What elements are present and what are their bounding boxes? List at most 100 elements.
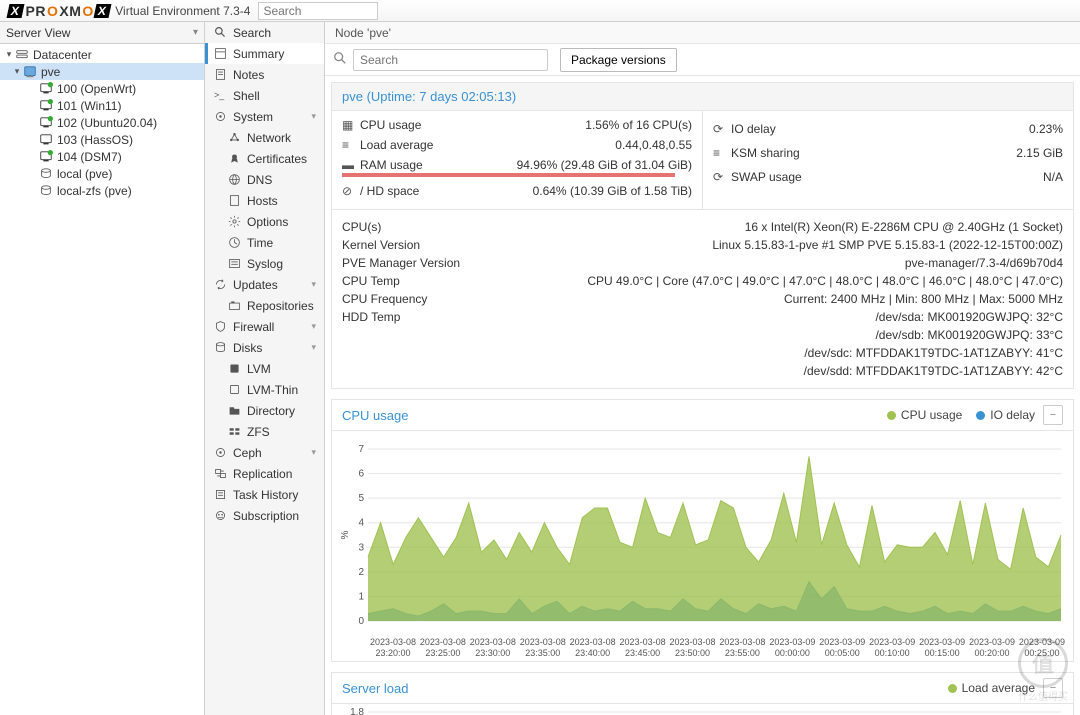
global-search-input[interactable] — [258, 2, 378, 20]
x-tick-label: 2023-03-0823:50:00 — [668, 637, 718, 659]
system-icon — [213, 110, 227, 123]
status-grid: ▦CPU usage1.56% of 16 CPU(s)≡Load averag… — [331, 111, 1074, 210]
chart-options-button[interactable]: − — [1043, 405, 1063, 425]
chevron-down-icon: ▾ — [311, 111, 316, 122]
menu-firewall[interactable]: Firewall▾ — [205, 316, 324, 337]
tree-node-101-win11-[interactable]: 101 (Win11) — [0, 97, 204, 114]
x-tick-label: 2023-03-0900:05:00 — [817, 637, 867, 659]
info-cpu-s-: CPU(s)16 x Intel(R) Xeon(R) E-2286M CPU … — [342, 218, 1063, 236]
x-tick-label: 2023-03-0823:25:00 — [418, 637, 468, 659]
menu-network[interactable]: Network — [205, 127, 324, 148]
cpu-icon: ▦ — [342, 118, 360, 132]
menu-shell[interactable]: >_Shell — [205, 85, 324, 106]
chart-legend: CPU usage IO delay — [887, 408, 1035, 422]
menu-dns[interactable]: DNS — [205, 169, 324, 190]
menu-label: LVM-Thin — [247, 383, 298, 397]
menu-task-history[interactable]: Task History — [205, 484, 324, 505]
menu-label: Subscription — [233, 509, 299, 523]
cpu-usage-chart: CPU usage CPU usage IO delay − 01234567%… — [331, 399, 1074, 662]
tree-node-datacenter[interactable]: ▾ Datacenter — [0, 46, 204, 63]
info-cpu-temp: CPU TempCPU 49.0°C | Core (47.0°C | 49.0… — [342, 272, 1063, 290]
tree-node-label: 101 (Win11) — [57, 99, 121, 113]
chevron-down-icon: ▾ — [311, 342, 316, 353]
firewall-icon — [213, 320, 227, 333]
zfs-icon — [227, 425, 241, 438]
menu-label: LVM — [247, 362, 271, 376]
time-icon — [227, 236, 241, 249]
info-hdd-temp: HDD Temp/dev/sda: MK001920GWJPQ: 32°C /d… — [342, 308, 1063, 380]
server-load-chart: Server load Load average − 11.21.41.61.8… — [331, 672, 1074, 715]
menu-summary[interactable]: Summary — [205, 43, 324, 64]
ram-icon: ▬ — [342, 158, 360, 172]
menu-repositories[interactable]: Repositories — [205, 295, 324, 316]
menu-zfs[interactable]: ZFS — [205, 421, 324, 442]
menu-replication[interactable]: Replication — [205, 463, 324, 484]
tree-node-104-dsm7-[interactable]: 104 (DSM7) — [0, 148, 204, 165]
info-kernel-version: Kernel VersionLinux 5.15.83-1-pve #1 SMP… — [342, 236, 1063, 254]
dns-icon — [227, 173, 241, 186]
chevron-down-icon: ▾ — [311, 321, 316, 332]
chart-options-button[interactable]: − — [1043, 678, 1063, 698]
swap-icon: ⟳ — [713, 170, 731, 184]
chevron-down-icon: ▾ — [311, 279, 316, 290]
tree-node-label: 102 (Ubuntu20.04) — [57, 116, 157, 130]
content-search-input[interactable] — [353, 49, 548, 71]
network-icon — [227, 131, 241, 144]
menu-search[interactable]: Search — [205, 22, 324, 43]
menu-directory[interactable]: Directory — [205, 400, 324, 421]
menu-lvm-thin[interactable]: LVM-Thin — [205, 379, 324, 400]
tree-node-local-pve-[interactable]: local (pve) — [0, 165, 204, 182]
legend-dot-icon — [976, 411, 985, 420]
updates-icon — [213, 278, 227, 291]
status-cpu-usage: ▦CPU usage1.56% of 16 CPU(s) — [342, 115, 692, 135]
menu-label: Summary — [233, 47, 284, 61]
logo-x-icon: X — [7, 4, 24, 18]
header: X PROXMOX Virtual Environment 7.3-4 — [0, 0, 1080, 22]
menu-time[interactable]: Time — [205, 232, 324, 253]
repo-icon — [227, 299, 241, 312]
sub-icon — [213, 509, 227, 522]
menu-updates[interactable]: Updates ▾ — [205, 274, 324, 295]
vm-on-icon — [38, 99, 54, 113]
svg-text:>_: >_ — [214, 90, 225, 100]
menu-ceph[interactable]: Ceph▾ — [205, 442, 324, 463]
server-view-combo[interactable]: Server View ▾ — [0, 22, 204, 44]
package-versions-button[interactable]: Package versions — [560, 48, 677, 72]
menu-label: Hosts — [247, 194, 278, 208]
tree-node-102-ubuntu20-04-[interactable]: 102 (Ubuntu20.04) — [0, 114, 204, 131]
lvmthin-icon — [227, 383, 241, 396]
tree-node-100-openwrt-[interactable]: 100 (OpenWrt) — [0, 80, 204, 97]
tree-node-label: Datacenter — [33, 48, 92, 62]
menu-options[interactable]: Options — [205, 211, 324, 232]
tree-node-103-hassos-[interactable]: 103 (HassOS) — [0, 131, 204, 148]
menu-syslog[interactable]: Syslog — [205, 253, 324, 274]
tree-node-pve[interactable]: ▾pve — [0, 63, 204, 80]
info-pve-manager-version: PVE Manager Versionpve-manager/7.3-4/d69… — [342, 254, 1063, 272]
menu-lvm[interactable]: LVM — [205, 358, 324, 379]
svg-text:3: 3 — [358, 542, 364, 553]
tree-node-label: 103 (HassOS) — [57, 133, 133, 147]
menu-label: ZFS — [247, 425, 270, 439]
storage-icon — [38, 167, 54, 181]
menu-subscription[interactable]: Subscription — [205, 505, 324, 526]
logo-x-icon: X — [93, 4, 110, 18]
status-io-delay: ⟳IO delay0.23% — [713, 119, 1063, 139]
menu-hosts[interactable]: Hosts — [205, 190, 324, 211]
chart-legend: Load average — [948, 681, 1035, 695]
node-menu: SearchSummaryNotes>_ShellSystem▾NetworkC… — [205, 22, 325, 715]
tree-node-label: local-zfs (pve) — [57, 184, 132, 198]
chart-title: Server load — [342, 681, 408, 696]
tree-node-local-zfs-pve-[interactable]: local-zfs (pve) — [0, 182, 204, 199]
menu-disks[interactable]: Disks▾ — [205, 337, 324, 358]
menu-notes[interactable]: Notes — [205, 64, 324, 85]
menu-certificates[interactable]: Certificates — [205, 148, 324, 169]
menu-label: Updates — [233, 278, 278, 292]
menu-system[interactable]: System▾ — [205, 106, 324, 127]
menu-label: Search — [233, 26, 271, 40]
chart-title: CPU usage — [342, 408, 408, 423]
search-icon — [213, 26, 227, 39]
svg-text:4: 4 — [358, 518, 364, 529]
vm-on-icon — [38, 150, 54, 164]
menu-label: Replication — [233, 467, 292, 481]
expand-arrow-icon: ▾ — [4, 49, 14, 60]
